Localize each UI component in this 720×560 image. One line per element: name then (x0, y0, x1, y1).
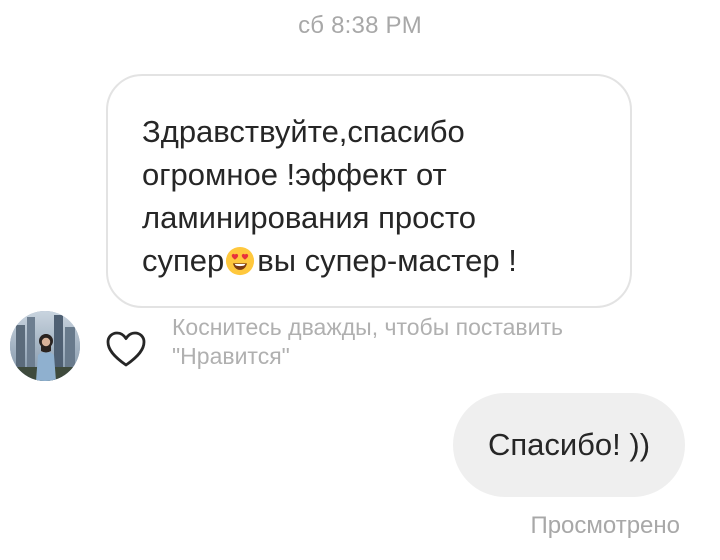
hint-line: "Нравится" (172, 343, 290, 369)
message-line: Здравствуйте,спасибо (142, 114, 465, 149)
message-fragment: супер (142, 243, 225, 278)
double-tap-like-hint: Коснитесь дважды, чтобы поставить "Нрави… (172, 313, 692, 371)
hint-line: Коснитесь дважды, чтобы поставить (172, 314, 564, 340)
message-line-last: супер вы супер-мастер ! (142, 239, 596, 282)
incoming-message-bubble[interactable]: Здравствуйте,спасибо огромное !эффект от… (106, 74, 632, 308)
heart-icon[interactable] (105, 329, 147, 369)
message-fragment: вы супер-мастер ! (257, 243, 517, 278)
seen-status: Просмотрено (530, 512, 680, 539)
message-timestamp: сб 8:38 PM (298, 12, 422, 39)
outgoing-message-text: Спасибо! )) (487, 427, 651, 462)
message-line: огромное !эффект от (142, 157, 447, 192)
sender-avatar[interactable] (10, 311, 80, 381)
message-line: ламинирования просто (142, 200, 476, 235)
outgoing-message-bubble[interactable]: Спасибо! )) (453, 393, 685, 497)
avatar-photo (10, 311, 80, 381)
incoming-message-text: Здравствуйте,спасибо огромное !эффект от… (142, 110, 596, 282)
heart-eyes-emoji-icon (226, 246, 255, 276)
